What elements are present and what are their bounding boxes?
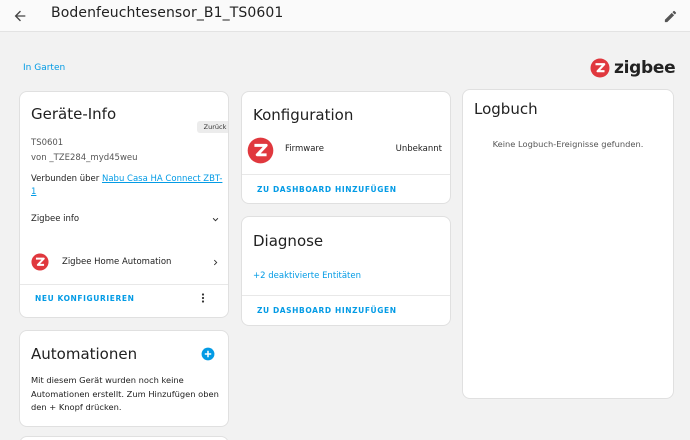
automations-title: Automationen [31, 345, 138, 363]
configuration-card: Konfiguration Firmware Unbekannt ZU DASH… [241, 91, 451, 204]
page-title: Bodenfeuchtesensor_B1_TS0601 [51, 5, 284, 21]
zigbee-logo-icon [590, 58, 610, 78]
chevron-down-icon [212, 217, 219, 222]
device-model: TS0601 [31, 138, 64, 148]
automations-card: Automationen Mit diesem Gerät wurden noc… [19, 330, 229, 427]
integration-label: Zigbee Home Automation [62, 257, 172, 267]
area-link[interactable]: In Garten [23, 63, 65, 73]
disabled-entities-link[interactable]: +2 deaktivierte Entitäten [253, 271, 361, 281]
diagnostics-title: Diagnose [253, 232, 324, 250]
back-button[interactable] [8, 4, 32, 28]
chevron-right-icon [213, 259, 218, 266]
connected-via: Verbunden über Nabu Casa HA Connect ZBT-… [31, 173, 223, 199]
reconfigure-button[interactable]: NEU KONFIGURIEREN [35, 294, 134, 303]
top-app-bar: Bodenfeuchtesensor_B1_TS0601 [0, 0, 690, 32]
pencil-icon [664, 10, 676, 22]
zigbee-brand: zigbee [590, 57, 676, 79]
logbook-empty-text: Keine Logbuch-Ereignisse gefunden. [492, 139, 644, 149]
automations-empty-text: Mit diesem Gerät wurden noch keine Autom… [31, 375, 219, 412]
device-info-card: Geräte-Info Zurück TS0601 von _TZE284_my… [19, 91, 229, 318]
firmware-row[interactable]: Firmware Unbekannt [282, 144, 442, 156]
add-to-dashboard-button[interactable]: ZU DASHBOARD HINZUFÜGEN [257, 306, 397, 315]
more-vert-icon[interactable] [197, 292, 209, 304]
firmware-value: Unbekannt [395, 144, 442, 154]
add-automation-button[interactable] [201, 347, 215, 361]
arrow-left-icon [14, 10, 26, 22]
zigbee-info-label: Zigbee info [31, 214, 80, 224]
diagnostics-card: Diagnose +2 deaktivierte Entitäten ZU DA… [241, 216, 451, 326]
logbook-title: Logbuch [474, 100, 538, 118]
divider [20, 284, 228, 285]
logbook-card: Logbuch Keine Logbuch-Ereignisse gefunde… [462, 89, 674, 399]
firmware-label: Firmware [285, 144, 324, 154]
integration-row[interactable]: Zigbee Home Automation [31, 253, 219, 271]
zigbee-info-toggle[interactable]: Zigbee info [31, 214, 219, 226]
edit-button[interactable] [658, 4, 682, 28]
connected-prefix: Verbunden über [31, 174, 100, 184]
back-chip[interactable]: Zurück [197, 121, 228, 133]
brand-name: zigbee [614, 58, 676, 78]
divider [242, 295, 450, 296]
zigbee-logo-icon [31, 253, 49, 271]
device-info-title: Geräte-Info [31, 105, 117, 123]
next-card-partial [19, 436, 229, 440]
device-manufacturer: von _TZE284_myd45weu [31, 153, 138, 163]
zigbee-logo-icon [247, 137, 274, 164]
add-to-dashboard-button[interactable]: ZU DASHBOARD HINZUFÜGEN [257, 185, 397, 194]
divider [242, 174, 450, 175]
configuration-title: Konfiguration [253, 106, 354, 124]
